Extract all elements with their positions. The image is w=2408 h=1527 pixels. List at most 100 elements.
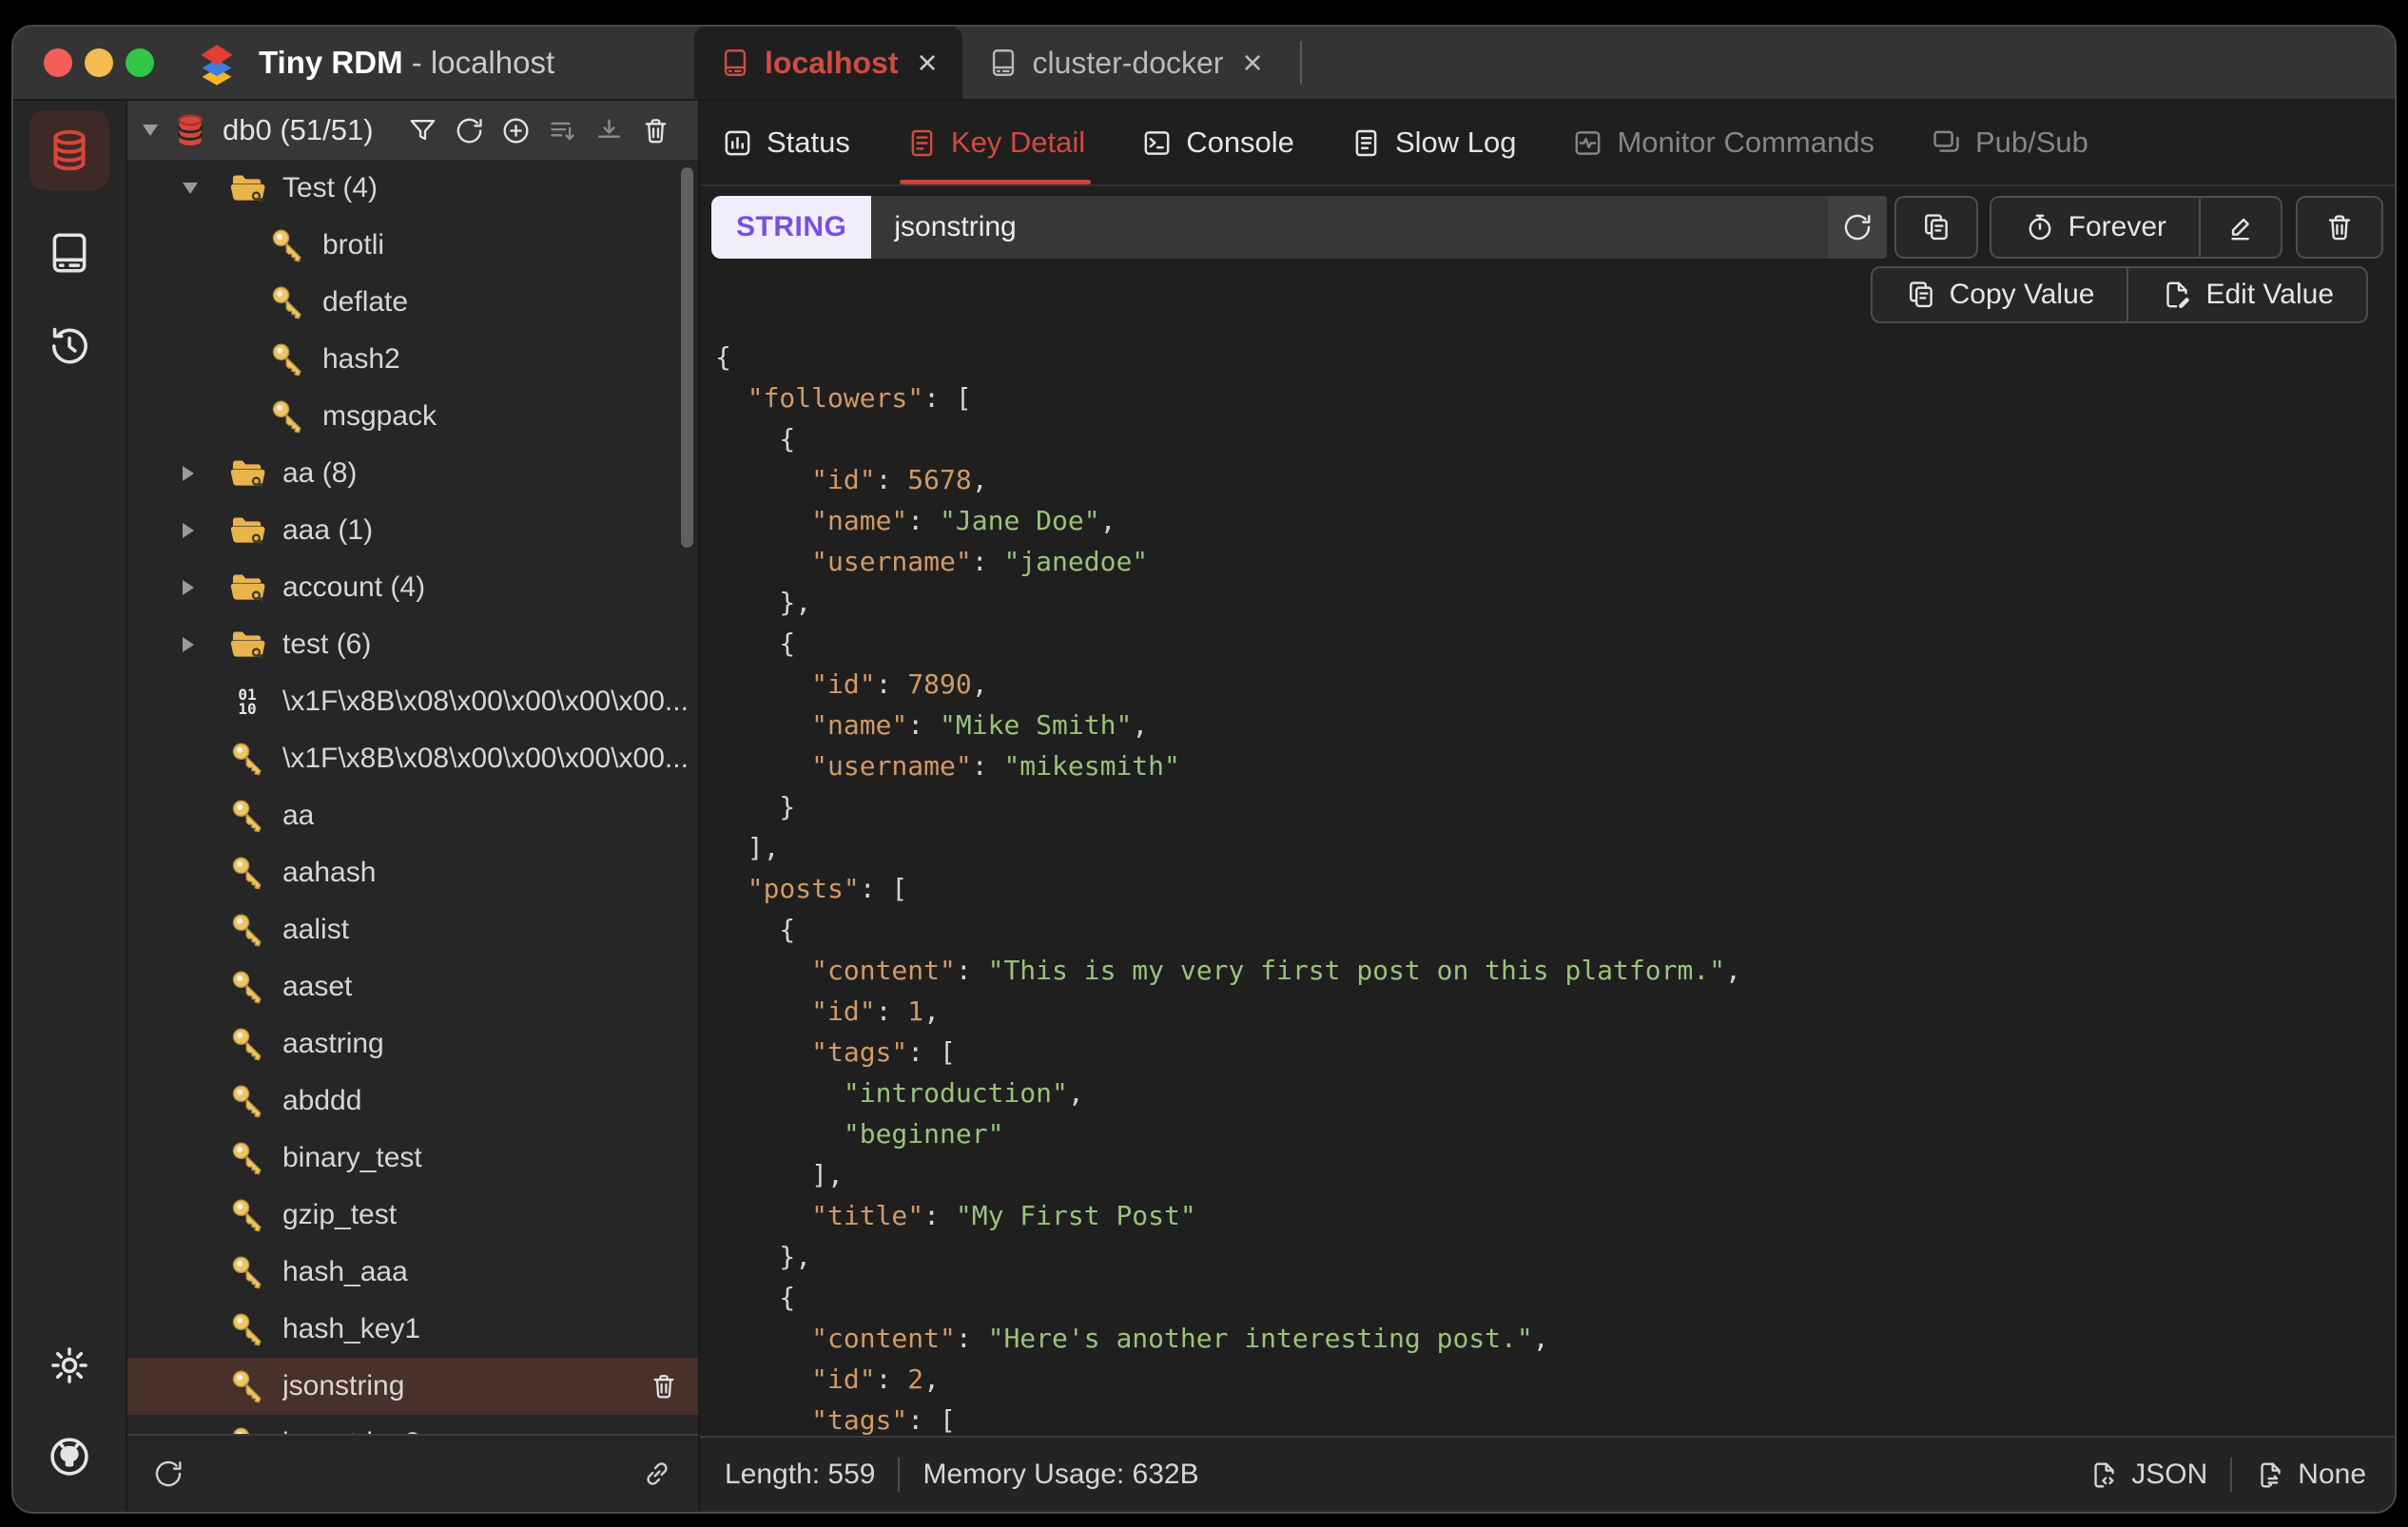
key-icon: [226, 1309, 268, 1349]
tab-label: Console: [1186, 126, 1294, 159]
window-title: Tiny RDM - localhost: [259, 45, 554, 81]
json-line: "username": "janedoe": [715, 546, 1149, 577]
tree-item-jsonstring2[interactable]: jsonstring2: [127, 1415, 698, 1434]
copy-value-button[interactable]: Copy Value: [1870, 266, 2127, 323]
key-icon: [226, 853, 268, 893]
chevron-down-icon[interactable]: [143, 125, 158, 136]
tab-label: Status: [767, 126, 850, 159]
tree-scrollbar[interactable]: [681, 167, 693, 548]
tree-item-label: jsonstring2: [282, 1427, 420, 1434]
db-header-row[interactable]: db0 (51/51): [127, 101, 698, 160]
tree-item-jsonstring[interactable]: jsonstring: [127, 1358, 698, 1415]
tab-console[interactable]: Console: [1140, 101, 1294, 184]
tree-item-deflate[interactable]: deflate: [127, 274, 698, 331]
chevron-right-icon[interactable]: [183, 466, 194, 481]
tab-monitor-commands[interactable]: Monitor Commands: [1571, 101, 1874, 184]
nav-server-button[interactable]: [29, 213, 109, 293]
tree-item-label: aahash: [282, 857, 377, 888]
minimize-window-button[interactable]: [85, 48, 113, 77]
tree-item-hash_aaa[interactable]: hash_aaa: [127, 1244, 698, 1301]
tree-item-label: abddd: [282, 1085, 362, 1116]
chevron-down-icon[interactable]: [183, 183, 198, 194]
ttl-button[interactable]: Forever: [1989, 196, 2199, 259]
zoom-window-button[interactable]: [126, 48, 154, 77]
binary-icon: 01 10: [238, 686, 257, 718]
tree-item-msgpack[interactable]: msgpack: [127, 388, 698, 445]
trash-icon[interactable]: [649, 1371, 679, 1401]
reload-keys-icon[interactable]: [152, 1458, 184, 1490]
tab-key-detail[interactable]: Key Detail: [899, 101, 1092, 184]
tree-item-aalist[interactable]: aalist: [127, 901, 698, 958]
nav-history-button[interactable]: [29, 306, 109, 386]
rename-key-button[interactable]: [2199, 196, 2282, 259]
tree-item-binary_test[interactable]: binary_test: [127, 1130, 698, 1187]
reload-key-button[interactable]: [1827, 196, 1887, 259]
json-line: {: [715, 1282, 796, 1313]
tree-item-aaa1[interactable]: aaa (1): [127, 502, 698, 559]
tree-item-label: account (4): [282, 571, 426, 603]
tree-item-test6[interactable]: test (6): [127, 616, 698, 673]
chevron-right-icon[interactable]: [183, 523, 194, 538]
tree-item-account4[interactable]: account (4): [127, 559, 698, 616]
tree-item-aastring[interactable]: aastring: [127, 1015, 698, 1073]
import-icon[interactable]: [593, 115, 625, 146]
link-icon[interactable]: [641, 1458, 673, 1490]
tree-item-x1Fx8Bx08x00x00x00x00[interactable]: \x1F\x8B\x08\x00\x00\x00\x00...: [127, 730, 698, 787]
tree-item-aa[interactable]: aa: [127, 787, 698, 844]
connection-tab-cluster-docker[interactable]: cluster-docker ×: [962, 27, 1288, 99]
json-line: "posts": [: [715, 873, 908, 904]
tree-item-gzip_test[interactable]: gzip_test: [127, 1187, 698, 1244]
nav-database-button[interactable]: [29, 110, 109, 190]
tree-item-aahash[interactable]: aahash: [127, 844, 698, 901]
json-line: "followers": [: [715, 382, 972, 414]
tree-item-aaset[interactable]: aaset: [127, 958, 698, 1015]
edit-value-button[interactable]: Edit Value: [2126, 266, 2368, 323]
value-viewer[interactable]: { "followers": [ { "id": 5678, "name": "…: [700, 323, 2395, 1436]
view-format-select[interactable]: JSON: [2088, 1459, 2207, 1491]
connection-tab-localhost[interactable]: localhost ×: [694, 27, 962, 99]
ttl-label: Forever: [2068, 211, 2166, 242]
key-icon: [226, 1081, 268, 1121]
tree-item-x1Fx8Bx08x00x00x00x00[interactable]: 01 10 \x1F\x8B\x08\x00\x00\x00\x00...: [127, 673, 698, 730]
settings-button[interactable]: [29, 1325, 109, 1405]
close-window-button[interactable]: [44, 48, 72, 77]
caret-box: [183, 183, 226, 194]
refresh-icon[interactable]: [454, 115, 485, 146]
caret-box: [183, 466, 226, 481]
tree-item-label: aa (8): [282, 457, 358, 489]
close-icon[interactable]: ×: [1242, 46, 1262, 80]
key-header-row: STRING Forever: [711, 196, 2383, 259]
tree-item-Test4[interactable]: Test (4): [127, 160, 698, 217]
app-window: Tiny RDM - localhost localhost × cluster-d…: [11, 25, 2397, 1514]
chevron-right-icon[interactable]: [183, 637, 194, 652]
close-icon[interactable]: ×: [917, 46, 937, 80]
delete-key-button[interactable]: [2296, 196, 2383, 259]
tree-item-label: aastring: [282, 1028, 384, 1059]
json-line: "id": 1,: [715, 995, 941, 1027]
keydetail-icon: [905, 126, 939, 160]
github-button[interactable]: [29, 1417, 109, 1497]
tree-item-abddd[interactable]: abddd: [127, 1073, 698, 1130]
tab-status[interactable]: Status: [721, 101, 850, 184]
add-key-icon[interactable]: [500, 115, 532, 146]
json-line: "tags": [: [715, 1404, 956, 1436]
json-line: "name": "Mike Smith",: [715, 709, 1149, 741]
chevron-right-icon[interactable]: [183, 580, 194, 595]
sort-icon[interactable]: [547, 115, 578, 146]
tab-slow-log[interactable]: Slow Log: [1350, 101, 1516, 184]
tree-item-label: \x1F\x8B\x08\x00\x00\x00\x00...: [282, 686, 689, 717]
edit-value-label: Edit Value: [2205, 279, 2334, 310]
filter-icon[interactable]: [407, 115, 438, 146]
delete-db-icon[interactable]: [640, 115, 671, 146]
tab-pub-sub[interactable]: Pub/Sub: [1930, 101, 2088, 184]
tree-item-aa8[interactable]: aa (8): [127, 445, 698, 502]
tree-footer: [127, 1434, 698, 1512]
tree-item-hash_key1[interactable]: hash_key1: [127, 1301, 698, 1358]
copy-key-name-button[interactable]: [1893, 196, 1978, 259]
folder-key-icon: [226, 625, 268, 665]
key-icon: [226, 1195, 268, 1235]
key-name-input[interactable]: [871, 196, 1828, 259]
tree-item-hash2[interactable]: hash2: [127, 331, 698, 388]
tree-item-brotli[interactable]: brotli: [127, 217, 698, 274]
decode-select[interactable]: None: [2255, 1459, 2366, 1491]
